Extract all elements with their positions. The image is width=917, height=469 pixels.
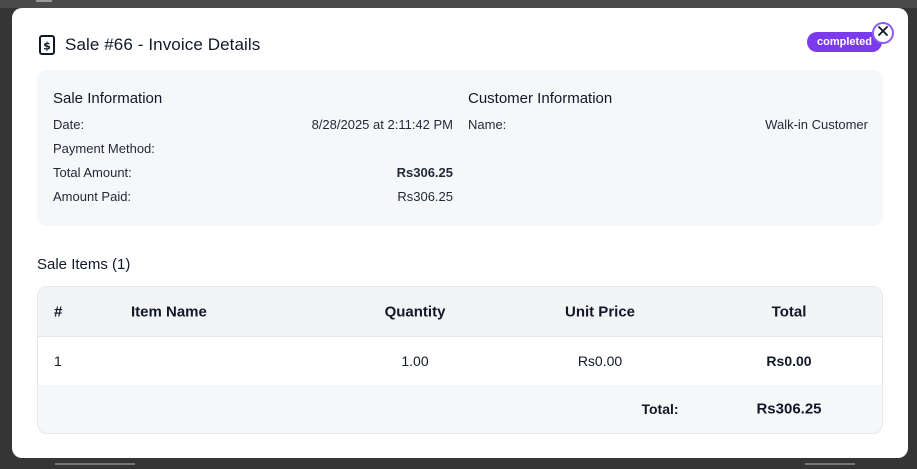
grand-total-value: Rs306.25	[756, 400, 822, 418]
table-header: # Item Name Quantity Unit Price Total	[38, 287, 882, 337]
info-label: Total Amount:	[53, 165, 132, 180]
close-icon	[877, 24, 889, 42]
customer-information-section: Customer Information Name: Walk-in Custo…	[468, 90, 868, 141]
close-button[interactable]	[872, 22, 894, 44]
info-row-payment-method: Payment Method:	[53, 141, 453, 165]
background-menu-icon	[36, 0, 52, 6]
info-value: Rs306.25	[397, 189, 453, 204]
status-badge: completed	[806, 32, 882, 52]
column-header: Total	[771, 303, 807, 320]
info-row-customer-name: Name: Walk-in Customer	[468, 117, 868, 141]
info-label: Date:	[53, 117, 85, 132]
svg-text:$: $	[43, 40, 51, 53]
sale-information-section: Sale Information Date: 8/28/2025 at 2:11…	[53, 90, 453, 213]
cell-number: 1	[54, 353, 62, 369]
invoice-details-modal: $ Sale #66 - Invoice Details completed S…	[12, 8, 908, 458]
info-value: Rs306.25	[396, 165, 453, 180]
sale-summary-panel: Sale Information Date: 8/28/2025 at 2:11…	[37, 70, 883, 226]
table-row: 1 1.00 Rs0.00 Rs0.00	[38, 337, 882, 385]
column-header: #	[54, 303, 63, 320]
info-value: 8/28/2025 at 2:11:42 PM	[311, 117, 453, 132]
info-label: Amount Paid:	[53, 189, 132, 204]
background-text-fragment	[805, 463, 855, 469]
column-header: Unit Price	[564, 303, 636, 320]
grand-total-label: Total:	[641, 401, 679, 417]
column-header: Quantity	[384, 303, 446, 320]
modal-header: $ Sale #66 - Invoice Details	[38, 32, 882, 58]
receipt-dollar-icon: $	[38, 34, 56, 56]
section-heading: Sale Information	[53, 90, 163, 107]
info-label: Payment Method:	[53, 141, 155, 156]
sale-items-title: Sale Items (1)	[37, 256, 131, 273]
cell-quantity: 1.00	[401, 353, 429, 369]
info-label: Name:	[468, 117, 507, 132]
cell-unit-price: Rs0.00	[577, 353, 623, 369]
info-value: Walk-in Customer	[765, 117, 868, 132]
info-row-total-amount: Total Amount: Rs306.25	[53, 165, 453, 189]
background-toolbar	[0, 0, 917, 8]
section-heading: Customer Information	[468, 90, 613, 107]
info-row-amount-paid: Amount Paid: Rs306.25	[53, 189, 453, 213]
background-text-fragment	[55, 463, 135, 469]
modal-title: Sale #66 - Invoice Details	[65, 35, 261, 54]
info-row-date: Date: 8/28/2025 at 2:11:42 PM	[53, 117, 453, 141]
cell-total: Rs0.00	[766, 353, 812, 369]
column-header: Item Name	[131, 303, 207, 320]
sale-items-table: # Item Name Quantity Unit Price Total 1 …	[37, 286, 883, 434]
table-footer: Total: Rs306.25	[38, 385, 882, 433]
